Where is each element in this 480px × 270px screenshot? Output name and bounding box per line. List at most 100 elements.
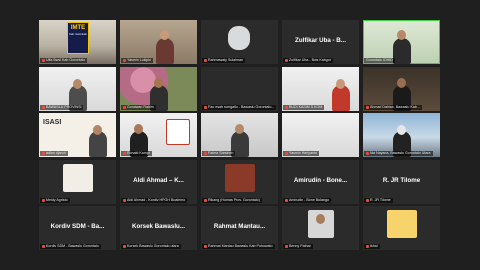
- participant-name: Ronald Kampi: [121, 151, 152, 156]
- mic-muted-icon: [123, 198, 126, 202]
- participant-tile-13[interactable]: Fatma Sarsinen: [201, 113, 278, 157]
- participant-name: Ulfa Bwsl Kab Gorontalo: [40, 58, 88, 63]
- participant-tile-6[interactable]: BAWASLU PROVINSI: [39, 67, 116, 111]
- participant-name: Ikhal: [364, 244, 380, 249]
- participant-tile-18[interactable]: Rikang (Humas Prov. Gorontalo): [201, 160, 278, 204]
- participant-name: Rahmawaty Sulaiman: [202, 58, 245, 63]
- mic-muted-icon: [285, 58, 288, 62]
- participant-head: [397, 78, 406, 88]
- participant-tile-4[interactable]: Zulfikar Uba - B... Zulfikar Uba - Bws K…: [282, 20, 359, 64]
- mic-muted-icon: [366, 151, 369, 155]
- poster-image: IMTE Kab. Gorontalo: [67, 22, 89, 54]
- participant-name: Yasmin Hariyanto: [283, 151, 320, 156]
- participant-display-name: Rahmat Mantau...: [213, 223, 266, 230]
- participant-name: Gunawan Rahim: [121, 105, 156, 110]
- participant-name: Benny Pathar: [283, 244, 313, 249]
- participant-tile-25[interactable]: Ikhal: [363, 206, 440, 250]
- participant-tile-12[interactable]: Ronald Kampi: [120, 113, 197, 157]
- participant-name: Korsek Bawaslu Gorontalo utara: [121, 244, 181, 249]
- participant-tile-7[interactable]: Gunawan Rahim: [120, 67, 197, 111]
- participant-tile-3[interactable]: Rahmawaty Sulaiman: [201, 20, 278, 64]
- profile-avatar: [225, 164, 255, 192]
- participant-name: BUDI KASIM S.KOM: [283, 105, 325, 110]
- participant-head: [73, 79, 82, 89]
- participant-display-name: Aldi Ahmad – K...: [133, 177, 184, 184]
- mic-muted-icon: [204, 151, 207, 155]
- participant-tile-5-active-speaker[interactable]: Gorontalo IOHID: [363, 20, 440, 64]
- mic-muted-icon: [42, 58, 45, 62]
- mic-muted-icon: [123, 244, 126, 248]
- participant-display-name: Zulfikar Uba - B...: [295, 37, 346, 44]
- mic-muted-icon: [42, 244, 45, 248]
- participant-video: [393, 38, 411, 64]
- participant-head: [160, 30, 169, 40]
- participant-tile-2[interactable]: Yasmin Lukipin: [120, 20, 197, 64]
- participant-video: [156, 38, 174, 64]
- mic-muted-icon: [204, 58, 207, 62]
- participant-tile-16[interactable]: Meidy Agristo: [39, 160, 116, 204]
- participant-tile-15[interactable]: Ida Nayana, Bawaslu Gorontalo Utara: [363, 113, 440, 157]
- participant-head: [154, 78, 163, 88]
- mic-muted-icon: [366, 198, 369, 202]
- mic-muted-icon: [285, 198, 288, 202]
- participant-name: Yasmin Lukipin: [121, 58, 154, 63]
- participant-display-name: Korsek Bawaslu...: [132, 223, 185, 230]
- participant-tile-1[interactable]: IMTE Kab. Gorontalo Ulfa Bwsl Kab Goront…: [39, 20, 116, 64]
- participant-name: Amirudin - Bone Bolango: [283, 198, 331, 203]
- participant-display-name: R. JR Tilome: [382, 177, 421, 184]
- mic-muted-icon: [204, 198, 207, 202]
- participant-tile-17[interactable]: Aldi Ahmad – K... Aldi Ahmad - Kordiv HP…: [120, 160, 197, 204]
- participant-tile-19[interactable]: Amirudin - Bone... Amirudin - Bone Bolan…: [282, 160, 359, 204]
- participant-tile-23[interactable]: Rahmat Mantau... Rahmat Mantau Bawaslu K…: [201, 206, 278, 250]
- participant-name: Kordiv SDM - Bawaslu Gorontalo: [40, 244, 101, 249]
- banner-logo: [166, 119, 190, 145]
- participant-name: Meidy Agristo: [40, 198, 70, 203]
- mic-muted-icon: [42, 198, 45, 202]
- participant-head: [397, 125, 406, 135]
- participant-tile-20[interactable]: R. JR Tilome R. JR Tilome: [363, 160, 440, 204]
- participant-tile-9[interactable]: BUDI KASIM S.KOM: [282, 67, 359, 111]
- participant-tile-24[interactable]: Benny Pathar: [282, 206, 359, 250]
- participant-head: [134, 124, 143, 134]
- participant-name: R. JR Tilome: [364, 198, 393, 203]
- participant-display-name: Kordiv SDM - Ba...: [50, 223, 105, 230]
- mic-muted-icon: [366, 105, 369, 109]
- mic-muted-icon: [123, 105, 126, 109]
- participant-tile-11[interactable]: ISASI adlan djaruh: [39, 113, 116, 157]
- participant-name: Rikang (Humas Prov. Gorontalo): [202, 198, 262, 203]
- participant-head: [336, 79, 345, 89]
- mic-muted-icon: [204, 244, 207, 248]
- participant-name: Ahmad Dahlan, Bawaslu Kab...: [364, 105, 422, 110]
- participant-name: Rahmat Mantau Bawaslu Kab Pohuwato: [202, 244, 275, 249]
- participant-tile-8[interactable]: Fau esah rumgailu - Bawaslu Gorontalo...: [201, 67, 278, 111]
- mic-muted-icon: [285, 244, 288, 248]
- mic-muted-icon: [123, 58, 126, 62]
- participant-tile-10[interactable]: Ahmad Dahlan, Bawaslu Kab...: [363, 67, 440, 111]
- poster-title: IMTE: [70, 25, 86, 31]
- mic-muted-icon: [285, 105, 288, 109]
- mic-muted-icon: [42, 105, 45, 109]
- mic-muted-icon: [285, 151, 288, 155]
- participant-name: Fau esah rumgailu - Bawaslu Gorontalo...: [202, 105, 277, 110]
- mic-muted-icon: [42, 151, 45, 155]
- shared-slide-text: ISASI: [43, 119, 62, 126]
- profile-avatar: [63, 164, 93, 192]
- participant-tile-21[interactable]: Kordiv SDM - Ba... Kordiv SDM - Bawaslu …: [39, 206, 116, 250]
- participant-head: [397, 30, 406, 40]
- gallery-grid: IMTE Kab. Gorontalo Ulfa Bwsl Kab Goront…: [39, 20, 441, 250]
- participant-tile-22[interactable]: Korsek Bawaslu... Korsek Bawaslu Goronta…: [120, 206, 197, 250]
- participant-name: Zulfikar Uba - Bws Kabgor: [283, 58, 333, 63]
- participant-tile-14[interactable]: Yasmin Hariyanto: [282, 113, 359, 157]
- participant-name: adlan djaruh: [40, 151, 68, 156]
- participant-head: [316, 214, 325, 224]
- mic-muted-icon: [123, 151, 126, 155]
- participant-head: [93, 125, 102, 135]
- participant-name: Fatma Sarsinen: [202, 151, 236, 156]
- participant-name: Ida Nayana, Bawaslu Gorontalo Utara: [364, 151, 433, 156]
- participant-display-name: Amirudin - Bone...: [293, 177, 348, 184]
- mic-muted-icon: [204, 105, 207, 109]
- profile-avatar: [387, 210, 417, 238]
- participant-head: [235, 124, 244, 134]
- participant-name: BAWASLU PROVINSI: [40, 105, 84, 110]
- participant-name: Gorontalo IOHID: [364, 58, 395, 63]
